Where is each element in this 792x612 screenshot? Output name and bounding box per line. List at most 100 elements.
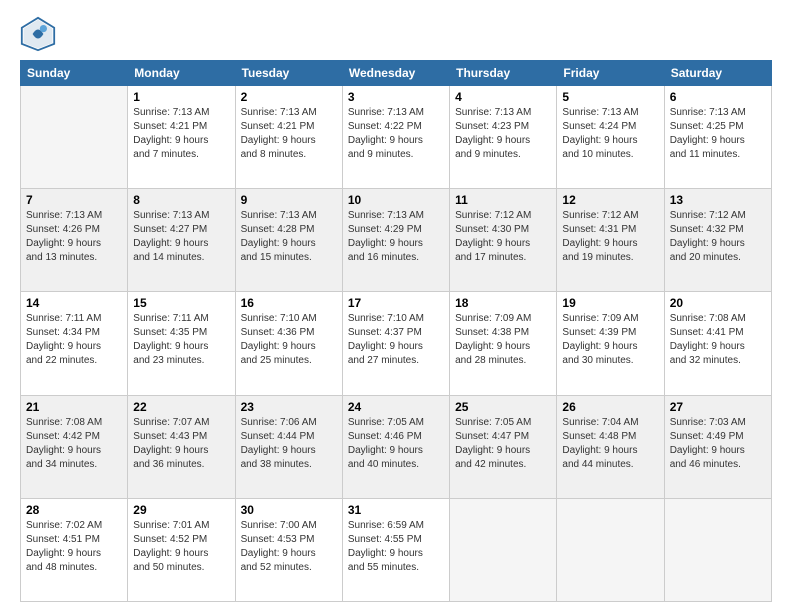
logo [20,16,62,52]
day-info: Sunrise: 7:10 AM Sunset: 4:37 PM Dayligh… [348,312,444,368]
day-number: 23 [241,400,337,414]
calendar-cell: 19 Sunrise: 7:09 AM Sunset: 4:39 PM Dayli… [557,292,664,395]
calendar-cell: 29Sunrise: 7:01 AM Sunset: 4:52 PM Dayli… [128,498,235,601]
day-info: Sunrise: 7:03 AM Sunset: 4:49 PM Dayligh… [670,416,766,472]
day-info: Sunrise: 7:13 AM Sunset: 4:22 PM Dayligh… [348,106,444,162]
day-header-wednesday: Wednesday [342,61,449,86]
day-number: 11 [455,193,551,207]
calendar-cell [557,498,664,601]
day-number: 18 [455,296,551,310]
day-info: Sunrise: 7:07 AM Sunset: 4:43 PM Dayligh… [133,416,229,472]
calendar-cell [21,86,128,189]
calendar-cell: 20Sunrise: 7:08 AM Sunset: 4:41 PM Dayli… [664,292,771,395]
calendar-cell [450,498,557,601]
calendar-cell: 7 Sunrise: 7:13 AM Sunset: 4:26 PM Daylig… [21,189,128,292]
calendar-cell: 17 Sunrise: 7:10 AM Sunset: 4:37 PM Dayli… [342,292,449,395]
calendar-cell: 12 Sunrise: 7:12 AM Sunset: 4:31 PM Dayli… [557,189,664,292]
week-row-3: 14 Sunrise: 7:11 AM Sunset: 4:34 PM Dayli… [21,292,772,395]
logo-icon [20,16,56,52]
day-header-tuesday: Tuesday [235,61,342,86]
day-number: 27 [670,400,766,414]
day-number: 31 [348,503,444,517]
day-info: Sunrise: 7:08 AM Sunset: 4:42 PM Dayligh… [26,416,122,472]
calendar-cell: 5 Sunrise: 7:13 AM Sunset: 4:24 PM Daylig… [557,86,664,189]
day-number: 4 [455,90,551,104]
day-info: Sunrise: 7:11 AM Sunset: 4:34 PM Dayligh… [26,312,122,368]
day-header-thursday: Thursday [450,61,557,86]
day-number: 22 [133,400,229,414]
day-number: 21 [26,400,122,414]
calendar-cell: 18 Sunrise: 7:09 AM Sunset: 4:38 PM Dayli… [450,292,557,395]
calendar-cell: 25 Sunrise: 7:05 AM Sunset: 4:47 PM Dayli… [450,395,557,498]
day-info: Sunrise: 7:11 AM Sunset: 4:35 PM Dayligh… [133,312,229,368]
calendar-cell: 1 Sunrise: 7:13 AM Sunset: 4:21 PM Daylig… [128,86,235,189]
day-info: Sunrise: 7:13 AM Sunset: 4:28 PM Dayligh… [241,209,337,265]
day-info: Sunrise: 7:04 AM Sunset: 4:48 PM Dayligh… [562,416,658,472]
day-number: 6 [670,90,766,104]
day-info: Sunrise: 7:06 AM Sunset: 4:44 PM Dayligh… [241,416,337,472]
calendar-cell: 16 Sunrise: 7:10 AM Sunset: 4:36 PM Dayli… [235,292,342,395]
page: SundayMondayTuesdayWednesdayThursdayFrid… [0,0,792,612]
calendar-cell: 15 Sunrise: 7:11 AM Sunset: 4:35 PM Dayli… [128,292,235,395]
day-number: 8 [133,193,229,207]
day-number: 25 [455,400,551,414]
day-number: 28 [26,503,122,517]
day-info: Sunrise: 7:09 AM Sunset: 4:38 PM Dayligh… [455,312,551,368]
calendar-cell: 9 Sunrise: 7:13 AM Sunset: 4:28 PM Daylig… [235,189,342,292]
day-info: Sunrise: 7:05 AM Sunset: 4:47 PM Dayligh… [455,416,551,472]
calendar-cell: 22 Sunrise: 7:07 AM Sunset: 4:43 PM Dayli… [128,395,235,498]
day-header-friday: Friday [557,61,664,86]
calendar-cell [664,498,771,601]
week-row-2: 7 Sunrise: 7:13 AM Sunset: 4:26 PM Daylig… [21,189,772,292]
day-info: Sunrise: 7:13 AM Sunset: 4:26 PM Dayligh… [26,209,122,265]
day-number: 16 [241,296,337,310]
day-number: 3 [348,90,444,104]
day-header-monday: Monday [128,61,235,86]
day-info: Sunrise: 7:13 AM Sunset: 4:24 PM Dayligh… [562,106,658,162]
calendar-table: SundayMondayTuesdayWednesdayThursdayFrid… [20,60,772,602]
calendar-cell: 3 Sunrise: 7:13 AM Sunset: 4:22 PM Daylig… [342,86,449,189]
week-row-4: 21 Sunrise: 7:08 AM Sunset: 4:42 PM Dayli… [21,395,772,498]
day-info: Sunrise: 7:12 AM Sunset: 4:31 PM Dayligh… [562,209,658,265]
day-info: Sunrise: 7:13 AM Sunset: 4:23 PM Dayligh… [455,106,551,162]
day-number: 10 [348,193,444,207]
calendar-cell: 10 Sunrise: 7:13 AM Sunset: 4:29 PM Dayli… [342,189,449,292]
day-number: 1 [133,90,229,104]
day-info: Sunrise: 6:59 AM Sunset: 4:55 PM Dayligh… [348,519,444,575]
day-number: 9 [241,193,337,207]
day-number: 20 [670,296,766,310]
day-number: 7 [26,193,122,207]
calendar-header-row: SundayMondayTuesdayWednesdayThursdayFrid… [21,61,772,86]
header [20,16,772,52]
calendar-cell: 28 Sunrise: 7:02 AM Sunset: 4:51 PM Dayli… [21,498,128,601]
day-info: Sunrise: 7:10 AM Sunset: 4:36 PM Dayligh… [241,312,337,368]
day-number: 17 [348,296,444,310]
day-number: 29 [133,503,229,517]
day-info: Sunrise: 7:02 AM Sunset: 4:51 PM Dayligh… [26,519,122,575]
calendar-cell: 2Sunrise: 7:13 AM Sunset: 4:21 PM Daylig… [235,86,342,189]
day-number: 24 [348,400,444,414]
day-number: 19 [562,296,658,310]
day-number: 30 [241,503,337,517]
day-number: 15 [133,296,229,310]
day-number: 12 [562,193,658,207]
calendar-cell: 26 Sunrise: 7:04 AM Sunset: 4:48 PM Dayli… [557,395,664,498]
calendar-cell: 13 Sunrise: 7:12 AM Sunset: 4:32 PM Dayli… [664,189,771,292]
calendar-cell: 27 Sunrise: 7:03 AM Sunset: 4:49 PM Dayli… [664,395,771,498]
week-row-1: 1 Sunrise: 7:13 AM Sunset: 4:21 PM Daylig… [21,86,772,189]
calendar-cell: 8Sunrise: 7:13 AM Sunset: 4:27 PM Daylig… [128,189,235,292]
day-info: Sunrise: 7:00 AM Sunset: 4:53 PM Dayligh… [241,519,337,575]
day-number: 13 [670,193,766,207]
day-number: 5 [562,90,658,104]
day-number: 2 [241,90,337,104]
day-number: 26 [562,400,658,414]
day-number: 14 [26,296,122,310]
day-info: Sunrise: 7:12 AM Sunset: 4:32 PM Dayligh… [670,209,766,265]
day-info: Sunrise: 7:05 AM Sunset: 4:46 PM Dayligh… [348,416,444,472]
day-info: Sunrise: 7:13 AM Sunset: 4:29 PM Dayligh… [348,209,444,265]
day-header-saturday: Saturday [664,61,771,86]
day-info: Sunrise: 7:13 AM Sunset: 4:21 PM Dayligh… [133,106,229,162]
day-info: Sunrise: 7:09 AM Sunset: 4:39 PM Dayligh… [562,312,658,368]
calendar-cell: 23 Sunrise: 7:06 AM Sunset: 4:44 PM Dayli… [235,395,342,498]
calendar-cell: 30 Sunrise: 7:00 AM Sunset: 4:53 PM Dayli… [235,498,342,601]
